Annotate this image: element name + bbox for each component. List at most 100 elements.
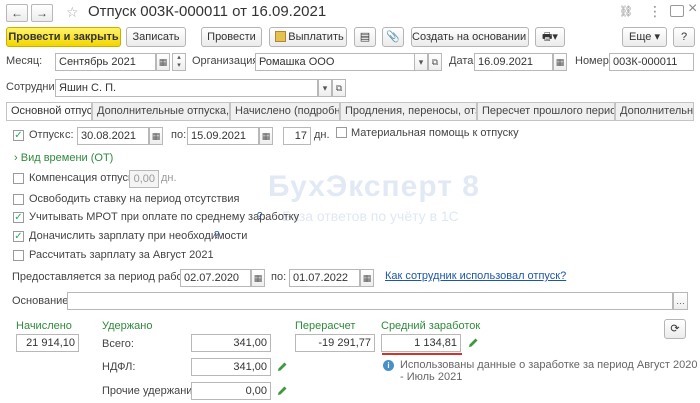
more-button[interactable]: Еще ▾ bbox=[622, 27, 667, 47]
maximize-icon[interactable] bbox=[670, 5, 684, 17]
report-icon[interactable]: ▤ bbox=[354, 27, 376, 47]
date-field[interactable]: 16.09.2021 bbox=[474, 53, 553, 71]
period-to-label: по: bbox=[271, 271, 287, 283]
tab-additional[interactable]: Дополнительно bbox=[615, 102, 694, 120]
compensation-checkbox[interactable] bbox=[13, 173, 24, 184]
basis-field[interactable] bbox=[67, 292, 673, 310]
month-field[interactable]: Сентябрь 2021 bbox=[55, 53, 156, 71]
release-rate-checkbox[interactable] bbox=[13, 194, 24, 205]
period-to-calendar-icon[interactable]: ▦ bbox=[360, 269, 374, 287]
compensation-label: Компенсация отпуска bbox=[29, 172, 140, 184]
ndfl-label: НДФЛ: bbox=[102, 361, 136, 373]
vacation-checkbox[interactable]: ✓ bbox=[13, 130, 24, 141]
tab-recalculation[interactable]: Пересчет прошлого периода bbox=[477, 102, 615, 120]
vacation-to-field[interactable]: 15.09.2021 bbox=[187, 127, 259, 145]
number-label: Номер: bbox=[575, 55, 612, 67]
tab-main-vacation[interactable]: Основной отпуск bbox=[6, 102, 92, 121]
accrued-field[interactable]: 21 914,10 bbox=[16, 334, 79, 352]
days-unit: дн. bbox=[314, 129, 330, 141]
employee-open-icon[interactable]: ⧉ bbox=[332, 79, 346, 97]
organization-dropdown-icon[interactable]: ▾ bbox=[414, 53, 428, 71]
total-withheld-field[interactable]: 341,00 bbox=[191, 334, 271, 352]
date-calendar-icon[interactable]: ▦ bbox=[553, 53, 567, 71]
create-based-on-button[interactable]: Создать на основании ▾ bbox=[411, 27, 529, 47]
employee-field[interactable]: Яшин С. П. bbox=[55, 79, 318, 97]
vacation-from-calendar-icon[interactable]: ▦ bbox=[149, 127, 163, 145]
page-title: Отпуск 003К-000011 от 16.09.2021 bbox=[88, 3, 327, 20]
tab-divider bbox=[6, 120, 694, 121]
print-menu-button[interactable]: 🖶▾ bbox=[535, 27, 565, 47]
total-label: Всего: bbox=[102, 338, 134, 350]
additional-pay-checkbox[interactable]: ✓ bbox=[13, 231, 24, 242]
save-button[interactable]: Записать bbox=[126, 27, 186, 47]
month-calendar-icon[interactable]: ▦ bbox=[156, 53, 170, 71]
period-to-field[interactable]: 01.07.2022 bbox=[289, 269, 360, 287]
back-button[interactable]: ← bbox=[6, 4, 28, 22]
other-withholding-edit-pencil-icon[interactable] bbox=[276, 385, 288, 397]
compensation-unit: дн. bbox=[161, 172, 177, 184]
other-withholding-field[interactable]: 0,00 bbox=[191, 382, 271, 400]
time-type-label: Вид времени (ОТ) bbox=[20, 152, 114, 164]
withheld-heading: Удержано bbox=[102, 320, 153, 332]
more-actions-icon[interactable]: ⋮ bbox=[648, 3, 662, 20]
avg-earnings-edit-pencil-icon[interactable] bbox=[467, 337, 479, 349]
month-stepper[interactable]: ▴ ▾ bbox=[172, 53, 186, 71]
to-label: по: bbox=[171, 129, 187, 141]
number-field[interactable]: 003К-000011 bbox=[609, 53, 694, 71]
pay-label: Выплатить bbox=[288, 31, 344, 43]
help-button[interactable]: ? bbox=[673, 27, 695, 47]
vacation-label: Отпуск bbox=[29, 129, 65, 141]
vacation-days-field[interactable]: 17 bbox=[283, 127, 311, 145]
time-type-link[interactable]: › Вид времени (ОТ) bbox=[14, 152, 113, 164]
avg-earnings-red-underline bbox=[382, 353, 462, 355]
tab-accrued-detailed[interactable]: Начислено (подробно) bbox=[230, 102, 340, 120]
vacation-usage-link[interactable]: Как сотрудник использовал отпуск? bbox=[385, 270, 566, 282]
period-from-calendar-icon[interactable]: ▦ bbox=[251, 269, 265, 287]
tab-extensions[interactable]: Продления, переносы, отз... bbox=[340, 102, 477, 120]
calc-salary-checkbox[interactable] bbox=[13, 250, 24, 261]
month-label: Месяц: bbox=[6, 55, 43, 67]
avg-earnings-field[interactable]: 1 134,81 bbox=[381, 334, 461, 352]
organization-label: Организация: bbox=[192, 55, 262, 67]
accrued-heading: Начислено bbox=[16, 320, 72, 332]
info-text-line1: Использованы данные о заработке за перио… bbox=[400, 359, 698, 371]
post-button[interactable]: Провести bbox=[201, 27, 262, 47]
forward-button[interactable]: → bbox=[31, 4, 53, 22]
additional-pay-help-icon[interactable]: ? bbox=[214, 230, 220, 241]
period-from-field[interactable]: 02.07.2020 bbox=[180, 269, 251, 287]
calc-salary-label: Рассчитать зарплату за Август 2021 bbox=[29, 249, 214, 261]
create-based-label: Создать на основании bbox=[412, 31, 527, 43]
vacation-to-calendar-icon[interactable]: ▦ bbox=[259, 127, 273, 145]
vacation-from-field[interactable]: 30.08.2021 bbox=[77, 127, 149, 145]
link-icon[interactable]: ⛓ bbox=[619, 5, 633, 18]
tab-additional-vacations[interactable]: Дополнительные отпуска, ... bbox=[92, 102, 230, 120]
refresh-button[interactable]: ⟳ bbox=[664, 319, 686, 339]
period-label: Предоставляется за период работы с: bbox=[12, 271, 207, 283]
date-label: Дата: bbox=[449, 55, 477, 67]
recalc-field[interactable]: -19 291,77 bbox=[295, 334, 375, 352]
watermark-subtitle: База ответов по учёту в 1С bbox=[282, 208, 459, 224]
basis-select-button[interactable]: … bbox=[673, 292, 688, 310]
basis-label: Основание: bbox=[12, 295, 72, 307]
mrot-checkbox[interactable]: ✓ bbox=[13, 212, 24, 223]
recalc-heading: Перерасчет bbox=[295, 320, 356, 332]
close-icon[interactable]: × bbox=[688, 0, 697, 18]
from-label: с: bbox=[65, 129, 74, 141]
favorite-star-icon[interactable]: ☆ bbox=[66, 4, 79, 21]
pay-icon bbox=[275, 31, 286, 42]
post-and-close-button[interactable]: Провести и закрыть bbox=[6, 27, 121, 47]
attachment-icon[interactable]: 📎 bbox=[382, 27, 404, 47]
material-aid-checkbox[interactable] bbox=[336, 127, 347, 138]
ndfl-edit-pencil-icon[interactable] bbox=[276, 361, 288, 373]
release-rate-label: Освободить ставку на период отсутствия bbox=[29, 193, 240, 205]
ndfl-field[interactable]: 341,00 bbox=[191, 358, 271, 376]
material-aid-label: Материальная помощь к отпуску bbox=[351, 127, 519, 139]
more-label: Еще bbox=[629, 31, 652, 43]
employee-dropdown-icon[interactable]: ▾ bbox=[318, 79, 332, 97]
info-icon: i bbox=[383, 360, 394, 371]
organization-open-icon[interactable]: ⧉ bbox=[428, 53, 442, 71]
compensation-days-field[interactable]: 0,00 bbox=[129, 170, 159, 188]
pay-button[interactable]: Выплатить bbox=[269, 27, 347, 47]
organization-field[interactable]: Ромашка ООО bbox=[255, 53, 415, 71]
mrot-help-icon[interactable]: ? bbox=[257, 211, 263, 222]
